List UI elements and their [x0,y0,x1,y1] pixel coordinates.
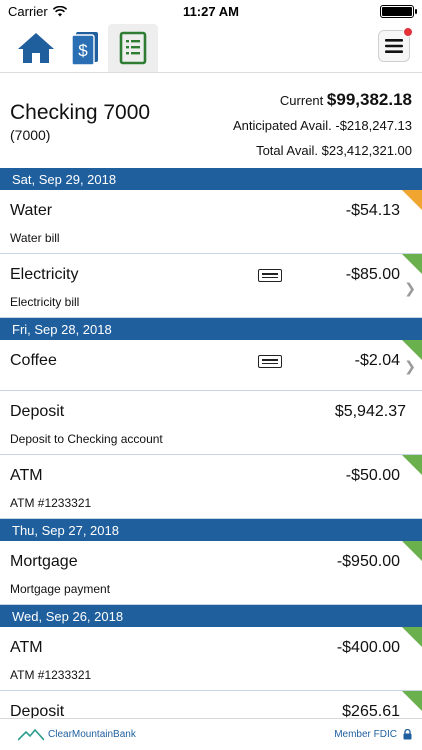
transaction-row[interactable]: Electricity Electricity bill -$85.00 ❯ ✓ [0,254,422,318]
transaction-row[interactable]: ATM ATM #1233321 -$50.00 ✓ [0,455,422,519]
transaction-amount: -$2.04 [354,352,400,369]
transaction-list[interactable]: Sat, Sep 29, 2018 Water Water bill -$54.… [0,168,422,718]
transaction-title: Electricity [10,266,79,283]
total-balance: Total Avail. $23,412,321.00 [233,138,412,163]
transaction-row[interactable]: Mortgage Mortgage payment -$950.00 ✓ [0,541,422,605]
date-header: Sat, Sep 29, 2018 [0,168,422,190]
transaction-description: Mortgage payment [10,582,111,596]
status-left: Carrier [8,4,67,19]
tab-accounts[interactable]: $ [60,24,108,72]
ledger-icon [119,31,147,65]
clock: 11:27 AM [183,3,239,19]
date-header: Fri, Sep 28, 2018 [0,318,422,340]
transaction-title: Water [10,202,53,219]
nav-bar: $ [0,22,422,72]
transaction-title: Deposit [10,403,65,420]
cleared-badge: ✓ [402,691,422,711]
total-balance-value: $23,412,321.00 [321,143,412,158]
account-number: (7000) [10,127,51,143]
transaction-amount: -$950.00 [336,553,400,570]
transaction-description: Electricity bill [10,295,80,309]
credit-card-icon [258,355,282,368]
tab-ledger[interactable] [108,24,158,72]
total-balance-label: Total Avail. [256,143,318,158]
account-name: Checking 7000 [10,101,151,124]
cleared-badge: ✓ [402,541,422,561]
dollar-document-icon: $ [71,32,98,66]
fdic-notice: Member FDIC [334,729,412,740]
transaction-description: Water bill [10,231,60,245]
menu-button[interactable] [378,27,413,62]
anticipated-balance: Anticipated Avail. -$218,247.13 [233,113,412,138]
transaction-row[interactable]: Water Water bill -$54.13 ◷ [0,190,422,254]
mountain-logo-icon [18,728,44,741]
svg-text:$: $ [78,41,88,60]
transaction-row[interactable]: ATM ATM #1233321 -$400.00 ✓ [0,627,422,691]
account-balances: Current $99,382.18 Anticipated Avail. -$… [233,87,412,170]
date-header: Thu, Sep 27, 2018 [0,519,422,541]
cleared-badge: ✓ [402,340,422,360]
carrier-label: Carrier [8,3,48,19]
cleared-badge: ✓ [402,254,422,274]
tab-home[interactable] [12,24,60,72]
transaction-title: Coffee [10,352,57,369]
cleared-badge: ✓ [402,455,422,475]
cleared-badge: ✓ [402,627,422,647]
transaction-row[interactable]: Deposit Deposit to Checking account $5,9… [0,391,422,455]
current-balance-label: Current [279,93,324,108]
bank-name: ClearMountainBank [48,729,136,740]
chevron-right-icon[interactable]: ❯ [404,358,416,375]
transaction-amount: -$54.13 [345,202,400,219]
transaction-amount: $265.61 [342,703,400,718]
chevron-right-icon[interactable]: ❯ [404,280,416,297]
lock-icon [403,729,412,740]
anticipated-balance-value: -$218,247.13 [335,118,412,133]
transaction-title: Mortgage [10,553,78,570]
transaction-title: ATM [10,639,43,656]
credit-card-icon [258,269,282,282]
battery-icon [380,4,417,18]
current-balance: Current $99,382.18 [233,87,412,113]
status-bar: Carrier 11:27 AM [0,0,422,22]
wifi-icon [52,5,67,16]
transaction-amount: $5,942.37 [334,403,406,420]
account-summary: Checking 7000 (7000) Current $99,382.18 … [0,72,422,170]
transaction-description: Deposit to Checking account [10,432,163,446]
hamburger-menu-icon [385,39,403,53]
transaction-amount: -$400.00 [336,639,400,656]
transaction-title: ATM [10,467,43,484]
anticipated-balance-label: Anticipated Avail. [232,118,332,133]
pending-badge: ◷ [402,190,422,210]
transaction-row[interactable]: Deposit $265.61 ✓ [0,691,422,718]
footer: ClearMountainBank Member FDIC [0,718,422,750]
account-identity: Checking 7000 (7000) [10,87,150,170]
bank-logo: ClearMountainBank [18,728,136,741]
transaction-title: Deposit [10,703,65,718]
date-header: Wed, Sep 26, 2018 [0,605,422,627]
transaction-description: ATM #1233321 [10,496,92,510]
transaction-description: ATM #1233321 [10,668,92,682]
transaction-amount: -$50.00 [345,467,400,484]
current-balance-value: $99,382.18 [326,90,412,109]
fdic-label: Member FDIC [334,729,397,740]
transaction-row[interactable]: Coffee -$2.04 ❯ ✓ [0,340,422,391]
home-icon [18,33,54,63]
notification-dot [403,27,413,37]
transaction-amount: -$85.00 [345,266,400,283]
